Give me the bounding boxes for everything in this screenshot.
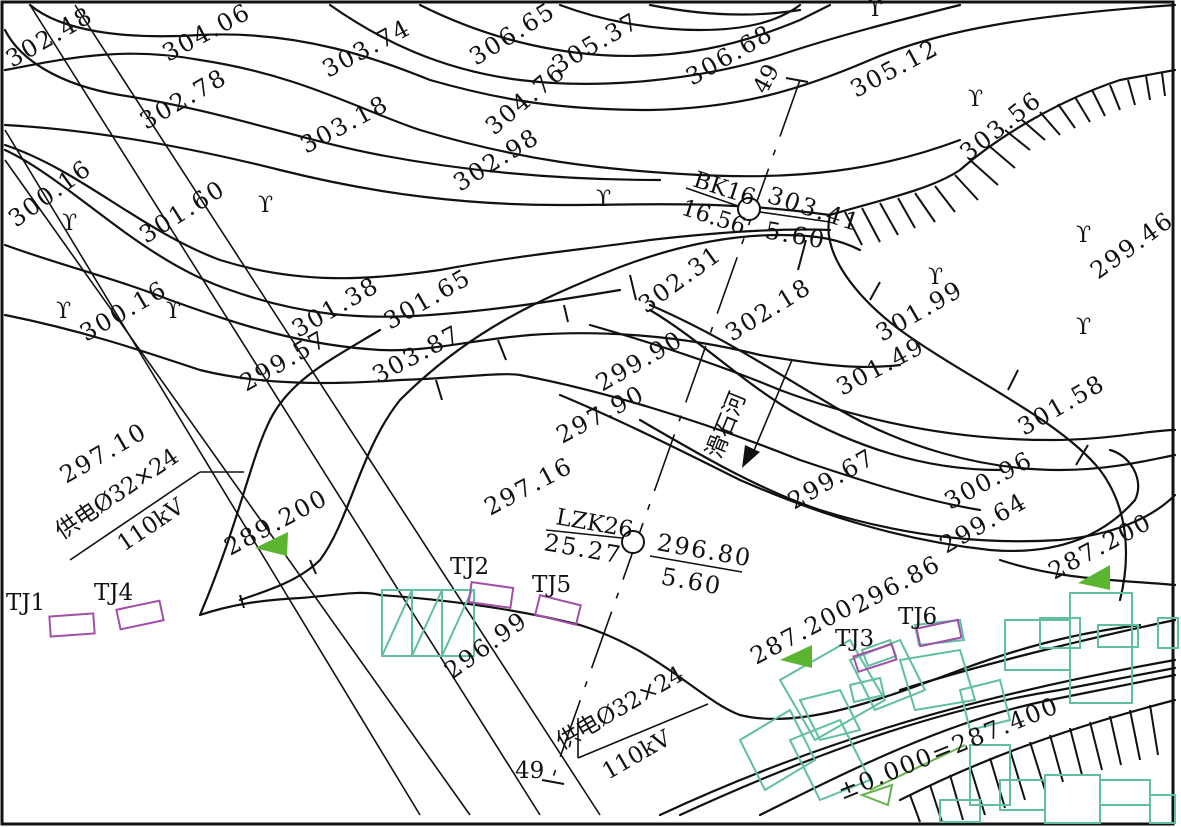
marsh-icon: ϒ <box>1076 223 1091 248</box>
foundation-label-tj5: TJ5 <box>532 572 571 598</box>
section-mark-bottom: 49 <box>515 758 544 784</box>
foundation-label-tj1: TJ1 <box>6 590 45 616</box>
marsh-icon: ϒ <box>62 211 77 236</box>
foundation-label-tj6: TJ6 <box>898 604 937 630</box>
marsh-icon: ϒ <box>258 193 273 218</box>
marsh-icon: ϒ <box>56 299 71 324</box>
foundation-label-tj2: TJ2 <box>450 554 489 580</box>
marsh-icon: ϒ <box>166 299 181 324</box>
topographic-map: 49 49 ±0.000=287.400 TJ1 TJ4 TJ2 TJ5 TJ3… <box>0 0 1179 826</box>
marsh-icon: ϒ <box>868 0 883 22</box>
marsh-icon: ϒ <box>1076 315 1091 340</box>
marsh-icon: ϒ <box>968 87 983 112</box>
foundation-label-tj3: TJ3 <box>835 626 874 652</box>
marsh-icon: ϒ <box>596 187 611 212</box>
foundation-label-tj4: TJ4 <box>94 580 133 606</box>
